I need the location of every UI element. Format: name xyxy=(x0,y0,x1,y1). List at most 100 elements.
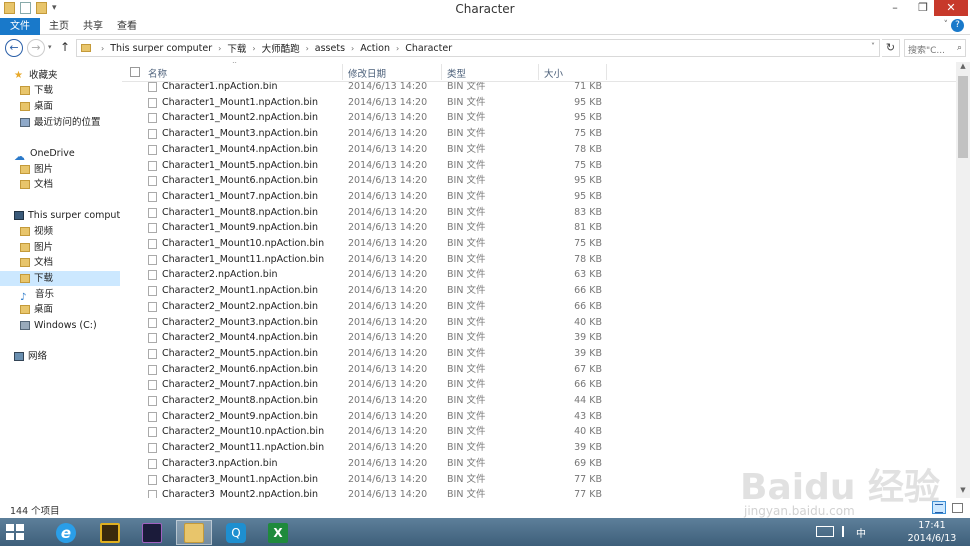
breadcrumb-game-folder[interactable]: 大师酷跑 xyxy=(262,41,300,55)
table-row[interactable]: Character1_Mount6.npAction.bin 2014/6/13 … xyxy=(122,173,956,189)
table-row[interactable]: Character2_Mount3.npAction.bin 2014/6/13 … xyxy=(122,315,956,331)
table-row[interactable]: Character2_Mount2.npAction.bin 2014/6/13 … xyxy=(122,299,956,315)
search-icon[interactable]: ⌕ xyxy=(957,43,962,53)
back-button[interactable]: ← xyxy=(5,39,23,57)
table-row[interactable]: Character2.npAction.bin 2014/6/13 14:20 BI… xyxy=(122,267,956,283)
column-divider[interactable] xyxy=(538,64,539,80)
up-button[interactable]: ↑ xyxy=(60,40,70,54)
chevron-right-icon[interactable]: › xyxy=(101,44,104,53)
tab-view[interactable]: 查看 xyxy=(112,18,142,35)
sidebar-item[interactable]: ♪ 音乐 xyxy=(0,287,120,302)
table-row[interactable]: Character1_Mount4.npAction.bin 2014/6/13 … xyxy=(122,142,956,158)
minimize-button[interactable]: – xyxy=(882,0,908,16)
table-row[interactable]: Character2_Mount10.npAction.bin 2014/6/13… xyxy=(122,424,956,440)
breadcrumb-assets[interactable]: assets xyxy=(315,43,345,54)
sidebar-item[interactable]: 文档 xyxy=(0,177,120,192)
sidebar-item[interactable]: 文档 xyxy=(0,255,120,270)
chevron-right-icon[interactable]: › xyxy=(396,44,399,53)
clock-time[interactable]: 17:41 xyxy=(902,520,962,531)
scroll-down-icon[interactable]: ▼ xyxy=(956,486,970,498)
table-row[interactable]: Character1_Mount8.npAction.bin 2014/6/13 … xyxy=(122,205,956,221)
file-date: 2014/6/13 14:20 xyxy=(348,128,428,140)
table-row[interactable]: Character2_Mount8.npAction.bin 2014/6/13 … xyxy=(122,393,956,409)
sidebar-item[interactable]: 下载 xyxy=(0,271,120,286)
table-row[interactable]: Character2_Mount9.npAction.bin 2014/6/13 … xyxy=(122,409,956,425)
keyboard-icon[interactable] xyxy=(816,526,834,537)
select-all-checkbox[interactable] xyxy=(130,67,140,77)
column-divider[interactable] xyxy=(606,64,607,80)
tab-share[interactable]: 共享 xyxy=(78,18,108,35)
table-row[interactable]: Character1_Mount3.npAction.bin 2014/6/13 … xyxy=(122,126,956,142)
tab-home[interactable]: 主页 xyxy=(44,18,74,35)
table-row[interactable]: Character1_Mount2.npAction.bin 2014/6/13 … xyxy=(122,110,956,126)
taskbar-app-game-2[interactable] xyxy=(134,520,170,545)
clock-date[interactable]: 2014/6/13 xyxy=(902,533,962,544)
table-row[interactable]: Character3_Mount1.npAction.bin 2014/6/13 … xyxy=(122,472,956,488)
table-row[interactable]: Character1_Mount1.npAction.bin 2014/6/13 … xyxy=(122,95,956,111)
action-center-icon[interactable] xyxy=(842,526,852,537)
sidebar-item[interactable]: Windows (C:) xyxy=(0,318,120,333)
scroll-up-icon[interactable]: ▲ xyxy=(956,62,970,74)
column-divider[interactable] xyxy=(441,64,442,80)
breadcrumb-action[interactable]: Action xyxy=(360,43,390,54)
sidebar-item[interactable]: ★ 收藏夹 xyxy=(0,68,120,83)
column-name[interactable]: 名称 xyxy=(148,66,167,80)
table-row[interactable]: Character1_Mount11.npAction.bin 2014/6/13… xyxy=(122,252,956,268)
sidebar-item[interactable]: 图片 xyxy=(0,162,120,177)
table-row[interactable]: Character1_Mount7.npAction.bin 2014/6/13 … xyxy=(122,189,956,205)
expand-ribbon-icon[interactable]: ˅ xyxy=(944,20,949,30)
chevron-right-icon[interactable]: › xyxy=(306,44,309,53)
close-button[interactable]: ✕ xyxy=(934,0,968,16)
address-bar[interactable]: › This surper computer › 下载 › 大师酷跑 › ass… xyxy=(76,39,880,57)
recent-locations-icon[interactable]: ▾ xyxy=(48,43,52,51)
details-view-icon[interactable] xyxy=(932,501,946,514)
taskbar-app-explorer[interactable] xyxy=(176,520,212,545)
maximize-button[interactable]: ❐ xyxy=(910,0,936,16)
column-date[interactable]: 修改日期 xyxy=(348,66,386,80)
taskbar-app-qq[interactable]: Q xyxy=(218,520,254,545)
breadcrumb-this-pc[interactable]: This surper computer xyxy=(110,43,212,54)
sidebar-item[interactable]: 图片 xyxy=(0,240,120,255)
large-icons-view-icon[interactable] xyxy=(950,501,964,514)
refresh-button[interactable]: ↻ xyxy=(882,39,900,57)
table-row[interactable]: Character3_Mount2.npAction.bin 2014/6/13 … xyxy=(122,487,956,498)
sidebar-item[interactable]: 最近访问的位置 xyxy=(0,115,120,130)
sidebar-item[interactable]: ☁ OneDrive xyxy=(0,146,120,161)
sidebar-item[interactable]: 桌面 xyxy=(0,99,120,114)
taskbar-app-game[interactable] xyxy=(92,520,128,545)
column-size[interactable]: 大小 xyxy=(544,66,563,80)
table-row[interactable]: Character1_Mount9.npAction.bin 2014/6/13 … xyxy=(122,220,956,236)
scroll-thumb[interactable] xyxy=(958,76,968,158)
column-divider[interactable] xyxy=(342,64,343,80)
table-row[interactable]: Character2_Mount1.npAction.bin 2014/6/13 … xyxy=(122,283,956,299)
table-row[interactable]: Character2_Mount7.npAction.bin 2014/6/13 … xyxy=(122,377,956,393)
sidebar-item[interactable]: 桌面 xyxy=(0,302,120,317)
taskbar-app-excel[interactable]: X xyxy=(260,520,296,545)
chevron-right-icon[interactable]: › xyxy=(351,44,354,53)
table-row[interactable]: Character2_Mount6.npAction.bin 2014/6/13 … xyxy=(122,362,956,378)
breadcrumb-character[interactable]: Character xyxy=(405,43,452,54)
table-row[interactable]: Character2_Mount11.npAction.bin 2014/6/13… xyxy=(122,440,956,456)
sidebar-item[interactable]: 网络 xyxy=(0,349,120,364)
table-row[interactable]: Character1_Mount10.npAction.bin 2014/6/13… xyxy=(122,236,956,252)
chevron-right-icon[interactable]: › xyxy=(252,44,255,53)
table-row[interactable]: Character1_Mount5.npAction.bin 2014/6/13 … xyxy=(122,158,956,174)
chevron-right-icon[interactable]: › xyxy=(218,44,221,53)
ime-indicator[interactable]: 中 xyxy=(856,525,866,540)
start-button[interactable] xyxy=(6,524,26,541)
table-row[interactable]: Character3.npAction.bin 2014/6/13 14:20 BI… xyxy=(122,456,956,472)
tab-file[interactable]: 文件 xyxy=(0,18,40,35)
address-history-icon[interactable]: ˅ xyxy=(871,42,875,51)
table-row[interactable]: Character2_Mount4.npAction.bin 2014/6/13 … xyxy=(122,330,956,346)
sidebar-item[interactable]: 视频 xyxy=(0,224,120,239)
sidebar-item[interactable]: This surper computer xyxy=(0,208,120,223)
search-input[interactable]: 搜索"C... ⌕ xyxy=(904,39,966,57)
table-row[interactable]: Character2_Mount5.npAction.bin 2014/6/13 … xyxy=(122,346,956,362)
breadcrumb-downloads[interactable]: 下载 xyxy=(227,41,246,55)
sidebar-item[interactable]: 下载 xyxy=(0,83,120,98)
taskbar-app-ie[interactable]: e xyxy=(48,520,84,545)
vertical-scrollbar[interactable]: ▲ ▼ xyxy=(956,62,970,498)
column-type[interactable]: 类型 xyxy=(447,66,466,80)
forward-button[interactable]: → xyxy=(27,39,45,57)
help-icon[interactable]: ? xyxy=(951,19,964,32)
